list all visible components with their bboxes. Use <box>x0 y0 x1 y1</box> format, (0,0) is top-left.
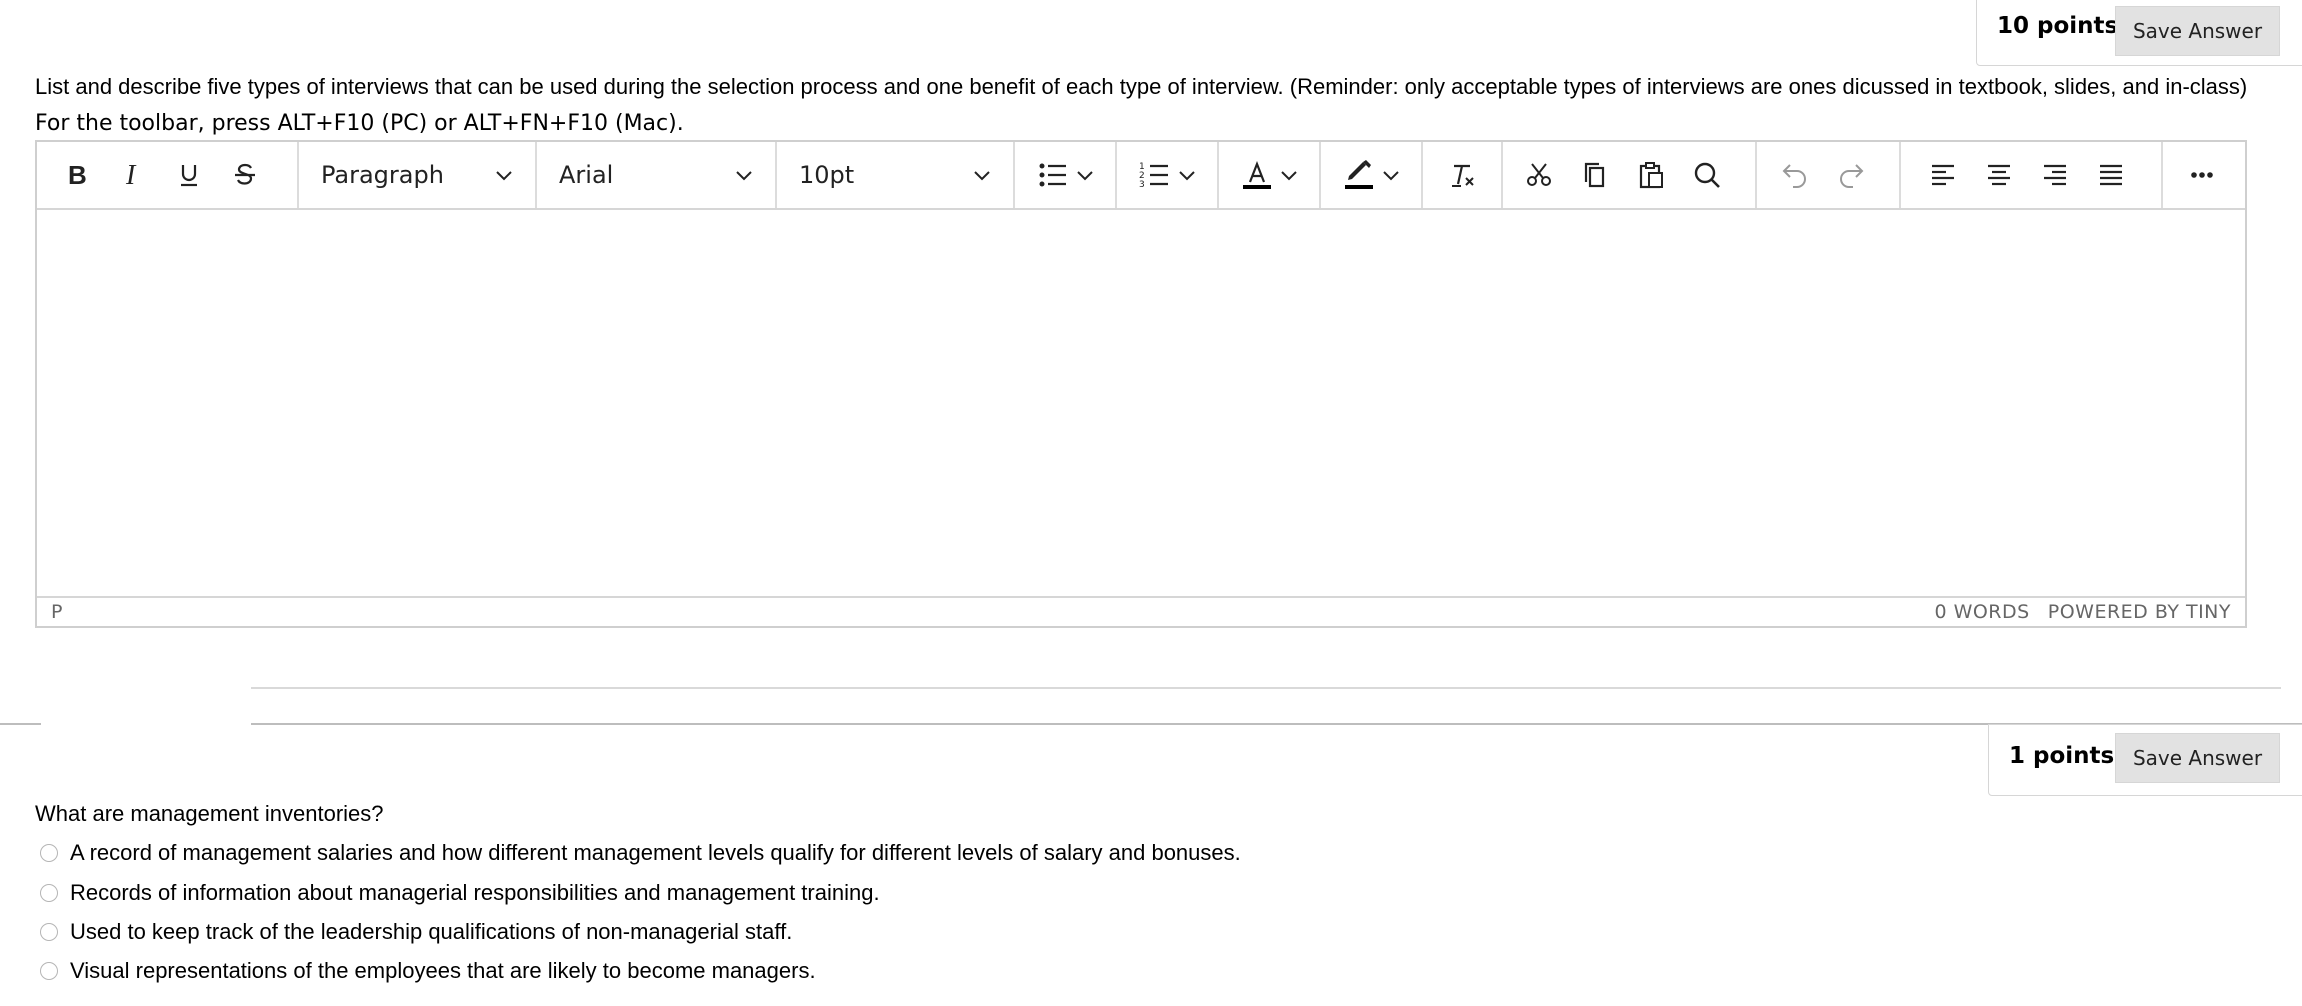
alignment-group <box>1901 142 2163 208</box>
align-right-button[interactable] <box>2027 142 2083 208</box>
copy-button[interactable] <box>1567 142 1623 208</box>
radio-button[interactable] <box>40 884 58 902</box>
align-left-icon <box>1932 164 1954 186</box>
block-format-value: Paragraph <box>321 161 444 189</box>
clipboard-group <box>1503 142 1757 208</box>
highlight-split-button[interactable] <box>1321 142 1423 208</box>
underline-icon <box>181 165 197 187</box>
text-color-icon <box>1243 160 1271 189</box>
more-icon <box>2191 172 2213 178</box>
bold-button[interactable]: B <box>49 142 105 208</box>
redo-button[interactable] <box>1823 142 1879 208</box>
answer-option-label[interactable]: A record of management salaries and how … <box>70 840 1241 866</box>
history-group <box>1757 142 1901 208</box>
radio-button[interactable] <box>40 962 58 980</box>
rich-text-editor: B I Paragraph Arial 10pt 1 2 3 P 0 WORDS… <box>35 140 2247 628</box>
chevron-down-icon <box>1281 171 1297 181</box>
justify-button[interactable] <box>2083 142 2139 208</box>
align-right-icon <box>2044 164 2066 186</box>
chevron-down-icon <box>1077 171 1093 181</box>
text-color-split-button[interactable] <box>1219 142 1321 208</box>
radio-button[interactable] <box>40 844 58 862</box>
answer-option[interactable]: Visual representations of the employees … <box>40 958 816 984</box>
more-group <box>2163 142 2241 208</box>
cut-button[interactable] <box>1511 142 1567 208</box>
bullet-list-split-button[interactable] <box>1015 142 1117 208</box>
q1-prompt: List and describe five types of intervie… <box>35 74 2248 99</box>
more-button[interactable] <box>2174 142 2230 208</box>
answer-option[interactable]: Used to keep track of the leadership qua… <box>40 919 792 945</box>
align-center-button[interactable] <box>1971 142 2027 208</box>
svg-text:I: I <box>125 160 137 190</box>
answer-option-label[interactable]: Records of information about managerial … <box>70 880 880 906</box>
paste-icon <box>1639 162 1663 189</box>
q2-save-answer-button[interactable]: Save Answer <box>2115 733 2280 783</box>
clear-format-icon <box>1452 164 1474 187</box>
search-icon <box>1694 162 1720 188</box>
editor-toolbar: B I Paragraph Arial 10pt 1 2 3 <box>37 142 2245 210</box>
font-family-select[interactable]: Arial <box>537 142 777 208</box>
find-replace-button[interactable] <box>1679 142 1735 208</box>
numbered-list-icon: 123 <box>1139 162 1168 190</box>
radio-button[interactable] <box>40 923 58 941</box>
toolbar-hint: For the toolbar, press ALT+F10 (PC) or A… <box>35 111 684 136</box>
bullet-list-icon <box>1039 163 1066 187</box>
answer-option[interactable]: A record of management salaries and how … <box>40 840 1241 866</box>
svg-text:3: 3 <box>1139 180 1145 190</box>
clear-format-group <box>1423 142 1503 208</box>
strikethrough-icon <box>235 163 255 185</box>
redo-icon <box>1840 164 1864 188</box>
font-size-select[interactable]: 10pt <box>777 142 1015 208</box>
justify-icon <box>2100 164 2122 186</box>
answer-option-label[interactable]: Visual representations of the employees … <box>70 958 816 984</box>
q1-points: 10 points <box>1997 13 2119 39</box>
q1-save-answer-button[interactable]: Save Answer <box>2115 6 2280 56</box>
q2-prompt: What are management inventories? <box>35 801 384 826</box>
chevron-down-icon <box>1383 171 1399 181</box>
bold-icon: B <box>68 160 87 190</box>
section-divider <box>0 723 41 725</box>
element-path[interactable]: P <box>51 601 62 623</box>
undo-icon <box>1782 164 1806 188</box>
answer-option[interactable]: Records of information about managerial … <box>40 880 880 906</box>
align-left-button[interactable] <box>1915 142 1971 208</box>
copy-icon <box>1584 162 1605 188</box>
section-divider <box>251 687 2281 689</box>
cut-icon <box>1527 163 1551 186</box>
svg-text:B: B <box>68 160 87 190</box>
numbered-list-split-button[interactable]: 123 <box>1117 142 1219 208</box>
clear-format-button[interactable] <box>1434 142 1490 208</box>
word-count[interactable]: 0 WORDS <box>1934 601 2029 623</box>
italic-icon: I <box>125 160 137 190</box>
chevron-down-icon <box>974 171 990 181</box>
highlight-icon <box>1345 160 1373 189</box>
strikethrough-button[interactable] <box>217 142 273 208</box>
font-family-value: Arial <box>559 161 614 189</box>
editor-content-area[interactable] <box>37 208 2245 596</box>
font-size-value: 10pt <box>799 161 855 189</box>
format-group: B I <box>37 142 299 208</box>
undo-button[interactable] <box>1767 142 1823 208</box>
italic-button[interactable]: I <box>105 142 161 208</box>
powered-by-tiny-link[interactable]: POWERED BY TINY <box>2048 601 2231 623</box>
chevron-down-icon <box>1179 171 1195 181</box>
editor-statusbar: P 0 WORDS POWERED BY TINY <box>37 596 2245 626</box>
q2-points: 1 points <box>2009 743 2115 769</box>
align-center-icon <box>1988 164 2010 186</box>
block-format-select[interactable]: Paragraph <box>299 142 537 208</box>
underline-button[interactable] <box>161 142 217 208</box>
paste-button[interactable] <box>1623 142 1679 208</box>
chevron-down-icon <box>736 171 752 181</box>
answer-option-label[interactable]: Used to keep track of the leadership qua… <box>70 919 792 945</box>
chevron-down-icon <box>496 171 512 181</box>
